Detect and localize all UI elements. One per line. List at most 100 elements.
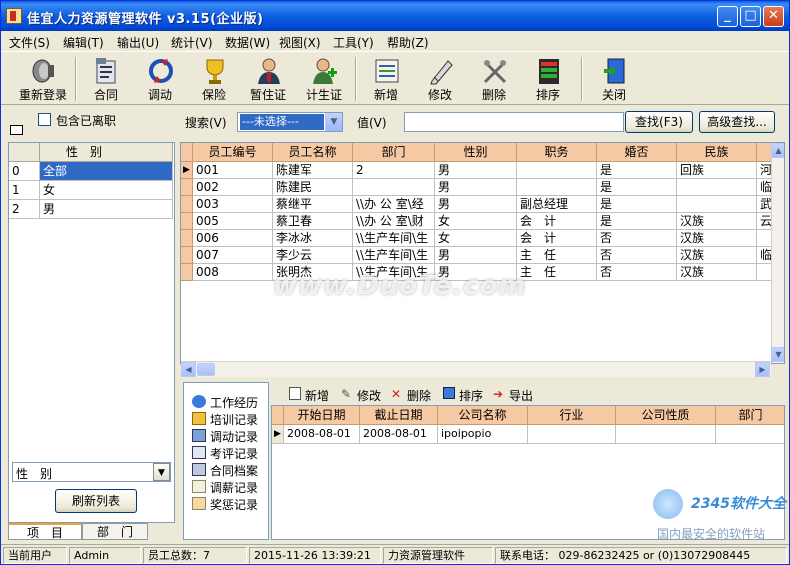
table-cell[interactable]: 是 <box>597 196 677 213</box>
column-header[interactable]: 员工名称 <box>273 143 353 162</box>
table-cell[interactable]: 男 <box>435 196 517 213</box>
table-cell[interactable]: 女 <box>435 213 517 230</box>
table-cell[interactable]: 是 <box>597 213 677 230</box>
scroll-down-icon[interactable]: ▼ <box>771 347 784 362</box>
table-cell[interactable]: 汉族 <box>677 230 757 247</box>
value-input[interactable] <box>404 112 624 132</box>
table-cell[interactable]: 007 <box>193 247 273 264</box>
row-indicator[interactable] <box>181 179 193 196</box>
sort-button[interactable]: 排序 <box>523 54 573 104</box>
list-item-female[interactable]: 女 <box>40 181 173 200</box>
chevron-down-icon[interactable]: ▼ <box>153 463 170 481</box>
menu-file[interactable]: 文件(S) <box>9 34 50 51</box>
menu-output[interactable]: 输出(U) <box>117 34 159 51</box>
edit-button[interactable]: 修改 <box>415 54 465 104</box>
table-cell[interactable]: 蔡继平 <box>273 196 353 213</box>
tab-items[interactable]: 项 目 <box>8 523 82 540</box>
table-cell[interactable]: \\办 公 室\财 <box>353 213 435 230</box>
insurance-button[interactable]: 保险 <box>189 54 239 104</box>
close-button[interactable]: ✕ <box>763 6 784 27</box>
table-cell[interactable]: 会 计 <box>517 230 597 247</box>
table-cell[interactable]: 副总经理 <box>517 196 597 213</box>
table-cell[interactable]: 001 <box>193 162 273 179</box>
menu-help[interactable]: 帮助(Z) <box>387 34 429 51</box>
column-header[interactable]: 部门 <box>353 143 435 162</box>
table-cell[interactable] <box>716 425 784 444</box>
column-header[interactable]: 婚否 <box>597 143 677 162</box>
chevron-down-icon[interactable]: ▼ <box>325 113 342 131</box>
table-cell[interactable]: 否 <box>597 247 677 264</box>
menu-edit[interactable]: 编辑(T) <box>63 34 104 51</box>
table-cell[interactable]: 005 <box>193 213 273 230</box>
table-cell[interactable]: 主 任 <box>517 264 597 281</box>
current-row-marker-icon[interactable]: ▶ <box>181 162 193 179</box>
column-header[interactable]: 公司名称 <box>438 406 528 425</box>
maximize-button[interactable]: □ <box>740 6 761 27</box>
row-indicator[interactable] <box>181 230 193 247</box>
menu-data[interactable]: 数据(W) <box>225 34 270 51</box>
table-cell[interactable]: 李冰冰 <box>273 230 353 247</box>
table-cell[interactable]: 否 <box>597 264 677 281</box>
menu-tools[interactable]: 工具(Y) <box>333 34 374 51</box>
list-item-male[interactable]: 男 <box>40 200 173 219</box>
vertical-scrollbar[interactable]: ▲ ▼ <box>771 143 784 363</box>
group-by-select[interactable]: 性 别 ▼ <box>12 462 171 482</box>
table-cell[interactable]: 是 <box>597 179 677 196</box>
column-header[interactable]: 性别 <box>435 143 517 162</box>
column-header[interactable]: 截止日期 <box>360 406 438 425</box>
contract-button[interactable]: 合同 <box>81 54 131 104</box>
column-header[interactable]: 民族 <box>677 143 757 162</box>
delete-button[interactable]: 删除 <box>469 54 519 104</box>
minimize-button[interactable]: _ <box>717 6 738 27</box>
column-header[interactable]: 行业 <box>528 406 616 425</box>
sub-export-button[interactable]: 导出 <box>509 387 533 404</box>
column-header[interactable]: 部门 <box>716 406 784 425</box>
table-cell[interactable]: 006 <box>193 230 273 247</box>
table-cell[interactable]: ipoipopio <box>438 425 528 444</box>
table-cell[interactable]: 003 <box>193 196 273 213</box>
table-cell[interactable]: 李少云 <box>273 247 353 264</box>
table-cell[interactable]: 男 <box>435 162 517 179</box>
table-cell[interactable]: 蔡卫春 <box>273 213 353 230</box>
table-cell[interactable]: 陈建民 <box>273 179 353 196</box>
table-cell[interactable] <box>616 425 716 444</box>
family-planning-button[interactable]: 计生证 <box>299 54 349 104</box>
include-left-checkbox[interactable] <box>38 113 51 126</box>
row-indicator[interactable] <box>181 196 193 213</box>
table-cell[interactable] <box>353 179 435 196</box>
column-header[interactable]: 员工编号 <box>193 143 273 162</box>
column-header[interactable]: 开始日期 <box>284 406 360 425</box>
table-cell[interactable] <box>517 179 597 196</box>
scroll-thumb[interactable] <box>197 363 215 376</box>
table-cell[interactable]: 汉族 <box>677 264 757 281</box>
sub-edit-button[interactable]: 修改 <box>357 387 381 404</box>
relogin-button[interactable]: 重新登录 <box>13 54 73 104</box>
table-cell[interactable] <box>677 179 757 196</box>
table-cell[interactable]: 是 <box>597 162 677 179</box>
table-cell[interactable]: 陈建军 <box>273 162 353 179</box>
table-cell[interactable]: 否 <box>597 230 677 247</box>
table-cell[interactable]: 男 <box>435 179 517 196</box>
table-cell[interactable]: 2 <box>353 162 435 179</box>
title-bar[interactable]: 佳宜人力资源管理软件 v3.15(企业版) _ □ ✕ <box>1 1 789 31</box>
table-cell[interactable] <box>677 196 757 213</box>
table-cell[interactable]: 汉族 <box>677 247 757 264</box>
panel-toggle-icon[interactable] <box>10 125 23 135</box>
table-cell[interactable] <box>517 162 597 179</box>
column-header[interactable]: 职务 <box>517 143 597 162</box>
menu-stats[interactable]: 统计(V) <box>171 34 213 51</box>
tab-departments[interactable]: 部 门 <box>82 523 148 540</box>
close-app-button[interactable]: 关闭 <box>589 54 639 104</box>
advanced-find-button[interactable]: 高级查找... <box>699 111 775 133</box>
menu-view[interactable]: 视图(X) <box>279 34 321 51</box>
table-cell[interactable]: \\生产车间\生 <box>353 247 435 264</box>
find-button[interactable]: 查找(F3) <box>625 111 693 133</box>
row-indicator[interactable] <box>181 247 193 264</box>
scroll-up-icon[interactable]: ▲ <box>771 143 784 158</box>
table-cell[interactable]: 002 <box>193 179 273 196</box>
search-field-select[interactable]: ---未选择--- ▼ <box>237 112 343 132</box>
table-cell[interactable]: 男 <box>435 247 517 264</box>
sub-add-button[interactable]: 新增 <box>305 387 329 404</box>
scroll-right-icon[interactable]: ▶ <box>755 362 770 377</box>
table-cell[interactable]: \\办 公 室\经 <box>353 196 435 213</box>
